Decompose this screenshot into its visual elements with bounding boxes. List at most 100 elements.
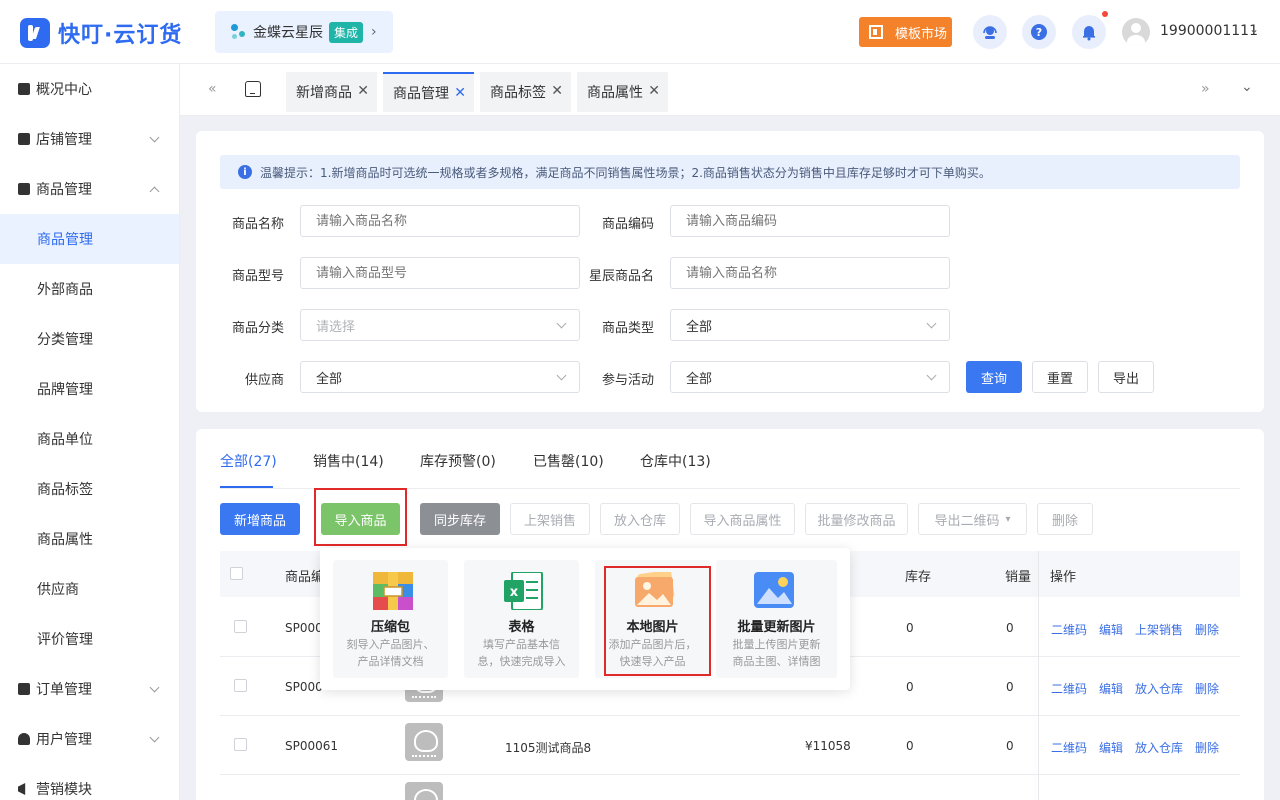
to-warehouse-button[interactable]: 放入仓库 [600,503,680,535]
notification-button[interactable] [1072,15,1106,49]
export-button[interactable]: 导出 [1098,361,1154,393]
row-delete-link[interactable]: 删除 [1195,680,1219,697]
delete-button[interactable]: 删除 [1037,503,1093,535]
reset-button[interactable]: 重置 [1032,361,1088,393]
add-goods-button[interactable]: 新增商品 [220,503,300,535]
column-header-sales: 销量 [1005,570,1032,585]
row-status-link[interactable]: 放入仓库 [1135,680,1183,697]
import-option-zip[interactable]: 压缩包 刻导入产品图片、 产品详情文档 [333,560,448,678]
chevron-down-icon [149,682,160,693]
row-stock: 0 [906,621,914,635]
sidebar-item-brands[interactable]: 品牌管理 [0,364,179,414]
select-all-checkbox[interactable] [230,567,243,580]
sidebar-group-goods[interactable]: 商品管理 [0,164,180,214]
chevron-down-icon[interactable]: ⌄ [1249,22,1259,36]
row-sales: 0 [1006,680,1014,694]
status-tab-stock-warning[interactable]: 库存预警(0) [420,451,496,471]
home-icon[interactable] [245,81,261,97]
export-qr-label: 导出二维码 [934,513,1000,529]
tab-goods-attributes[interactable]: 商品属性 ✕ [577,72,668,112]
integration-switcher[interactable]: 金蝶云星辰 集成 › [215,11,393,53]
row-code: SP000 [285,621,323,635]
batch-edit-button[interactable]: 批量修改商品 [805,503,908,535]
sidebar-group-overview[interactable]: 概况中心 [0,64,180,114]
status-tab-all[interactable]: 全部(27) [220,451,277,471]
import-option-title: 表格 [508,620,535,635]
xingchen-name-input[interactable] [670,257,950,289]
import-attributes-button[interactable]: 导入商品属性 [690,503,795,535]
sidebar-item-units[interactable]: 商品单位 [0,414,179,464]
chevron-down-icon [926,370,937,381]
row-edit-link[interactable]: 编辑 [1099,739,1123,756]
sidebar-item-goods-management[interactable]: 商品管理 [0,214,179,264]
import-option-batch-image[interactable]: 批量更新图片 批量上传图片更新 商品主图、详情图 [716,560,837,678]
import-option-spreadsheet[interactable]: x 表格 填写产品基本信 息，快速完成导入 [464,560,579,678]
help-button[interactable]: ? [1022,15,1056,49]
sidebar-item-reviews[interactable]: 评价管理 [0,614,179,664]
row-edit-link[interactable]: 编辑 [1099,680,1123,697]
close-icon[interactable]: ✕ [454,85,466,101]
row-stock: 0 [906,739,914,753]
row-qr-link[interactable]: 二维码 [1051,621,1087,638]
status-tab-in-warehouse[interactable]: 仓库中(13) [640,451,711,471]
row-qr-link[interactable]: 二维码 [1051,739,1087,756]
goods-model-input[interactable] [300,257,580,289]
goods-type-select[interactable]: 全部 [670,309,950,341]
close-icon[interactable]: ✕ [357,83,369,99]
tabs-menu-chevron-icon[interactable]: ⌄ [1241,79,1253,95]
column-header-stock: 库存 [905,570,932,585]
avatar[interactable] [1122,18,1150,46]
status-tab-on-sale[interactable]: 销售中(14) [313,451,384,471]
username[interactable]: 19900001111 [1160,23,1258,39]
sidebar-group-store[interactable]: 店铺管理 [0,114,180,164]
import-option-title: 批量更新图片 [737,620,816,635]
sync-stock-button[interactable]: 同步库存 [420,503,500,535]
row-qr-link[interactable]: 二维码 [1051,680,1087,697]
query-button[interactable]: 查询 [966,361,1022,393]
sidebar-item-tags[interactable]: 商品标签 [0,464,179,514]
template-market-button[interactable]: 模板市场 [859,17,952,47]
chevron-down-icon [149,732,160,743]
row-delete-link[interactable]: 删除 [1195,739,1219,756]
row-edit-link[interactable]: 编辑 [1099,621,1123,638]
customer-service-button[interactable] [973,15,1007,49]
headset-icon [983,26,997,39]
product-thumbnail[interactable] [405,723,443,761]
sidebar-item-suppliers[interactable]: 供应商 [0,564,179,614]
tab-goods-tags[interactable]: 商品标签 ✕ [480,72,571,112]
app-logo[interactable]: 快叮·云订货 [20,17,182,49]
sidebar-item-attributes[interactable]: 商品属性 [0,514,179,564]
sidebar-group-users[interactable]: 用户管理 [0,714,180,764]
product-thumbnail[interactable] [405,782,443,800]
tabs-scroll-right-icon[interactable]: » [1201,81,1210,97]
export-qr-button[interactable]: 导出二维码 ▾ [918,503,1027,535]
status-tab-sold-out[interactable]: 已售罄(10) [533,451,604,471]
row-checkbox[interactable] [234,620,247,633]
row-checkbox[interactable] [234,679,247,692]
row-status-link[interactable]: 上架销售 [1135,621,1183,638]
activity-select[interactable]: 全部 [670,361,950,393]
category-select[interactable]: 请选择 [300,309,580,341]
sidebar-item-external-goods[interactable]: 外部商品 [0,264,179,314]
tabs-scroll-left-icon[interactable]: « [208,81,217,97]
supplier-select[interactable]: 全部 [300,361,580,393]
tab-add-goods[interactable]: 新增商品 ✕ [286,72,377,112]
close-icon[interactable]: ✕ [648,83,660,99]
goods-type-label: 商品类型 [601,321,654,336]
sidebar-group-marketing[interactable]: 营销模块 [0,764,180,800]
column-header-ops: 操作 [1050,570,1077,585]
close-icon[interactable]: ✕ [551,83,563,99]
on-sale-button[interactable]: 上架销售 [510,503,590,535]
import-option-desc: 填写产品基本信 息，快速完成导入 [477,638,566,668]
sidebar-item-categories[interactable]: 分类管理 [0,314,179,364]
tab-goods-management[interactable]: 商品管理 ✕ [383,72,474,112]
goods-name-input[interactable] [300,205,580,237]
row-checkbox[interactable] [234,738,247,751]
sidebar-group-orders[interactable]: 订单管理 [0,664,180,714]
row-delete-link[interactable]: 删除 [1195,621,1219,638]
chevron-up-icon [149,186,160,197]
goods-code-input[interactable] [670,205,950,237]
row-status-link[interactable]: 放入仓库 [1135,739,1183,756]
row-price: ¥11058 [805,739,851,753]
supplier-value: 全部 [316,371,343,387]
